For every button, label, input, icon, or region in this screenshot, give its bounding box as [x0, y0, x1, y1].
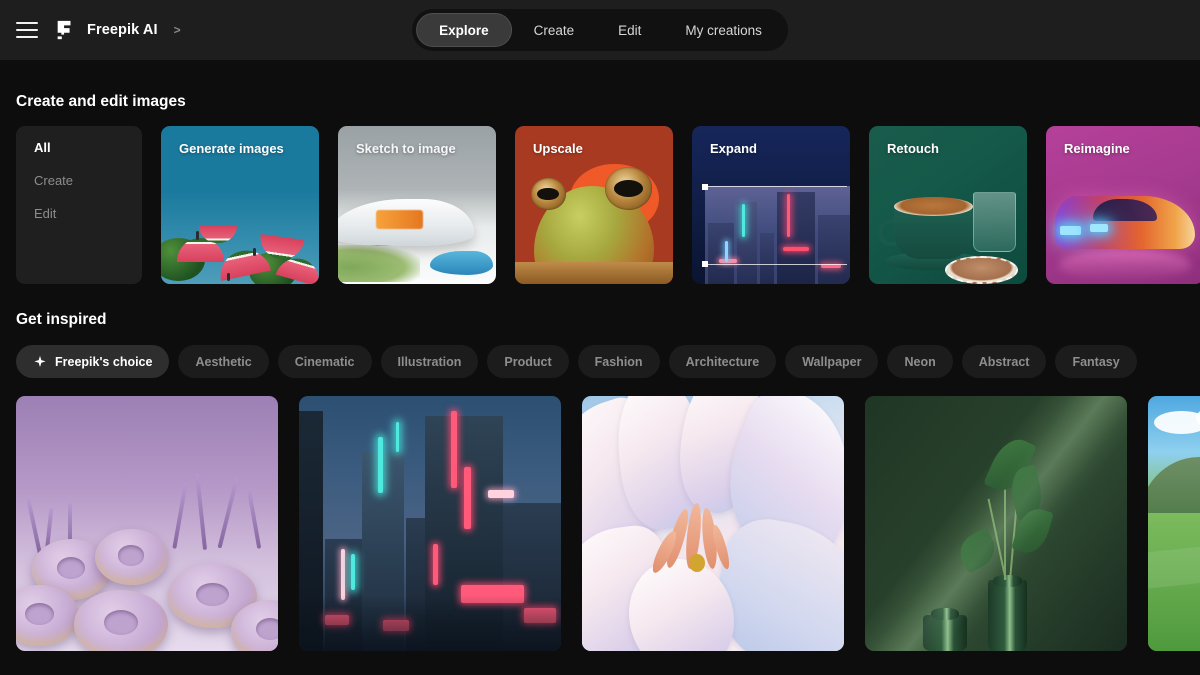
inspiration-gallery	[0, 396, 1200, 656]
tool-card-label: Reimagine	[1064, 141, 1130, 156]
filter-item-all[interactable]: All	[34, 140, 124, 155]
chip-label: Wallpaper	[802, 354, 862, 369]
gallery-item-green-hills[interactable]	[1148, 396, 1200, 651]
main-nav-tabs: Explore Create Edit My creations	[412, 9, 788, 51]
tool-card-label: Retouch	[887, 141, 939, 156]
chip-label: Architecture	[685, 354, 760, 369]
chip-label: Fashion	[594, 354, 643, 369]
cyberpunk-neon-street-art	[299, 396, 561, 651]
tool-card-row: All Create Edit Generate images Sketch t…	[0, 126, 1200, 284]
chip-label: Product	[504, 354, 552, 369]
tab-create[interactable]: Create	[512, 13, 597, 47]
chip-abstract[interactable]: Abstract	[961, 345, 1047, 378]
tool-card-label: Upscale	[533, 141, 583, 156]
section-title-get-inspired: Get inspired	[16, 311, 107, 328]
inspiration-filter-chips: Freepik's choice Aesthetic Cinematic Ill…	[0, 345, 1200, 378]
gallery-item-cyberpunk-street[interactable]	[299, 396, 561, 651]
chip-freepiks-choice[interactable]: Freepik's choice	[16, 345, 170, 378]
brand-title[interactable]: Freepik AI	[87, 22, 158, 38]
chip-wallpaper[interactable]: Wallpaper	[785, 345, 879, 378]
gallery-item-pastel-flower[interactable]	[582, 396, 844, 651]
chip-fantasy[interactable]: Fantasy	[1055, 345, 1137, 378]
tab-my-creations[interactable]: My creations	[663, 13, 784, 47]
app-header: Freepik AI > Explore Create Edit My crea…	[0, 0, 1200, 60]
chip-illustration[interactable]: Illustration	[380, 345, 479, 378]
tool-card-expand[interactable]: Expand	[692, 126, 850, 284]
chip-label: Illustration	[397, 354, 462, 369]
tool-card-label: Sketch to image	[356, 141, 456, 156]
chip-architecture[interactable]: Architecture	[668, 345, 777, 378]
gallery-item-green-plant[interactable]	[865, 396, 1127, 651]
pastel-flower-macro-art	[582, 396, 844, 651]
chip-cinematic[interactable]: Cinematic	[277, 345, 372, 378]
chip-label: Freepik's choice	[55, 354, 153, 369]
lavender-donuts-art	[16, 396, 278, 651]
chip-label: Neon	[904, 354, 936, 369]
chip-product[interactable]: Product	[487, 345, 569, 378]
green-plant-vase-art	[865, 396, 1127, 651]
tab-explore[interactable]: Explore	[416, 13, 512, 47]
tool-card-reimagine[interactable]: Reimagine	[1046, 126, 1200, 284]
chip-label: Fantasy	[1072, 354, 1120, 369]
sparkle-icon	[34, 355, 46, 367]
chip-label: Abstract	[978, 354, 1030, 369]
section-title-create-edit: Create and edit images	[16, 93, 186, 110]
chip-neon[interactable]: Neon	[887, 345, 953, 378]
gallery-item-lavender-donuts[interactable]	[16, 396, 278, 651]
tool-card-generate-images[interactable]: Generate images	[161, 126, 319, 284]
green-hills-landscape-art	[1148, 396, 1200, 651]
freepik-logo-icon[interactable]	[54, 19, 76, 41]
chip-label: Cinematic	[294, 354, 355, 369]
tool-card-label: Expand	[710, 141, 757, 156]
tool-card-retouch[interactable]: Retouch	[869, 126, 1027, 284]
chip-aesthetic[interactable]: Aesthetic	[178, 345, 269, 378]
tool-card-upscale[interactable]: Upscale	[515, 126, 673, 284]
tool-filter-card: All Create Edit	[16, 126, 142, 284]
hamburger-menu-icon[interactable]	[16, 22, 38, 38]
filter-item-create[interactable]: Create	[34, 173, 124, 188]
chip-label: Aesthetic	[195, 354, 252, 369]
tool-card-label: Generate images	[179, 141, 284, 156]
tool-card-sketch-to-image[interactable]: Sketch to image	[338, 126, 496, 284]
breadcrumb-chevron-icon: >	[173, 23, 181, 37]
tab-edit[interactable]: Edit	[596, 13, 663, 47]
filter-item-edit[interactable]: Edit	[34, 206, 124, 221]
chip-fashion[interactable]: Fashion	[577, 345, 660, 378]
